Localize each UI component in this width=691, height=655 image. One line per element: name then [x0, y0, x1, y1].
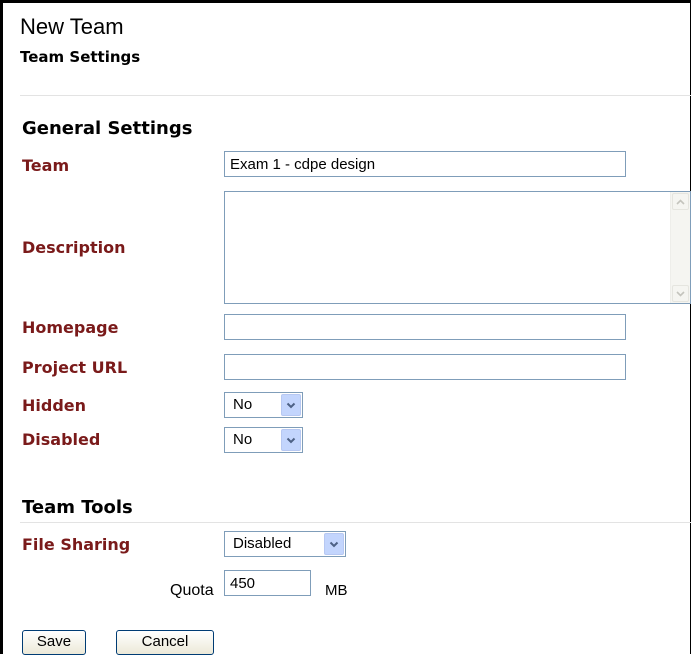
- project-url-label: Project URL: [22, 358, 128, 377]
- file-sharing-select-value: Disabled: [233, 535, 292, 552]
- quota-label: Quota: [170, 582, 214, 599]
- file-sharing-label: File Sharing: [22, 535, 131, 554]
- chevron-down-icon[interactable]: [281, 429, 301, 451]
- file-sharing-select[interactable]: Disabled: [224, 531, 346, 557]
- description-scrollbar[interactable]: [670, 192, 690, 303]
- team-label: Team: [22, 156, 70, 175]
- quota-input[interactable]: [224, 570, 311, 596]
- page-title: New Team: [20, 14, 124, 39]
- hidden-select-value: No: [233, 396, 253, 413]
- hidden-label: Hidden: [22, 396, 87, 415]
- quota-unit: MB: [325, 582, 348, 599]
- hidden-select[interactable]: No: [224, 392, 303, 418]
- homepage-label: Homepage: [22, 318, 119, 337]
- chevron-down-icon[interactable]: [281, 394, 301, 416]
- scroll-up-arrow-icon[interactable]: [672, 193, 689, 210]
- chevron-down-icon[interactable]: [324, 533, 344, 555]
- description-textarea[interactable]: [224, 191, 691, 304]
- scroll-down-arrow-icon[interactable]: [672, 285, 689, 302]
- disabled-select[interactable]: No: [224, 427, 303, 453]
- team-name-input[interactable]: [224, 151, 626, 177]
- description-label: Description: [22, 238, 126, 257]
- section-heading-team-tools: Team Tools: [22, 497, 133, 518]
- section-heading-general: General Settings: [22, 118, 193, 139]
- project-url-input[interactable]: [224, 354, 626, 380]
- header-divider: [20, 95, 691, 96]
- team-tools-divider: [20, 522, 691, 523]
- save-button[interactable]: Save: [22, 630, 86, 655]
- disabled-select-value: No: [233, 431, 253, 448]
- page-subtitle: Team Settings: [20, 48, 141, 66]
- disabled-label: Disabled: [22, 430, 101, 449]
- cancel-button[interactable]: Cancel: [116, 630, 214, 655]
- homepage-input[interactable]: [224, 314, 626, 340]
